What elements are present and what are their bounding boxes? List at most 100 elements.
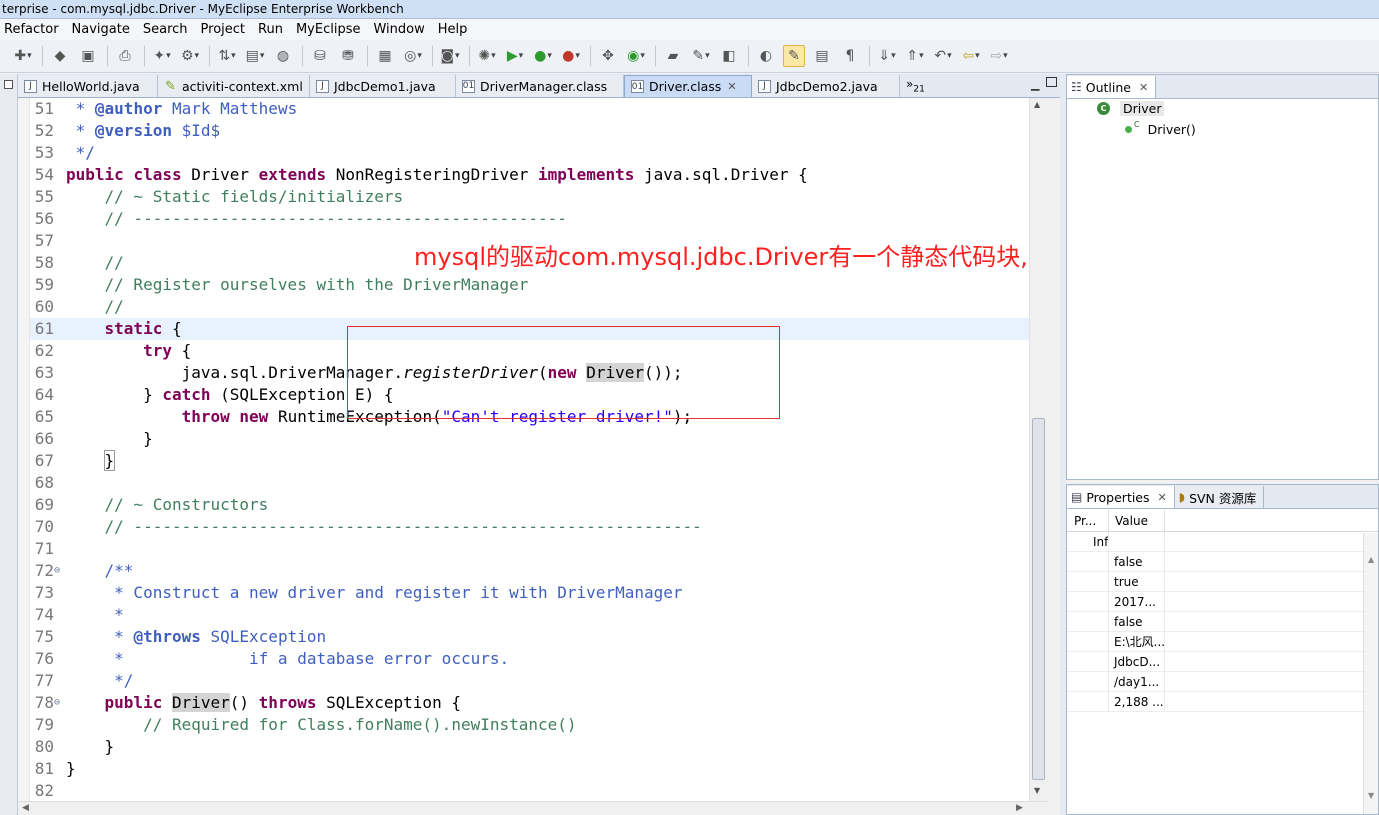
code-line[interactable]: 56 // ----------------------------------…	[30, 208, 1047, 230]
code-line[interactable]: 54 public class Driver extends NonRegiste…	[30, 164, 1047, 186]
column-value[interactable]: Value	[1109, 510, 1165, 531]
print-icon[interactable]: ⎙	[114, 45, 136, 67]
scroll-down-icon[interactable]: ▼	[1368, 791, 1374, 800]
scroll-down-icon[interactable]: ▼	[1034, 786, 1040, 795]
debug-icon[interactable]: ✺	[476, 45, 498, 67]
open-type-icon[interactable]: ◆	[49, 45, 71, 67]
browser-icon[interactable]: ◍	[272, 45, 294, 67]
new-wizard-icon[interactable]: ✚	[12, 45, 34, 67]
menu-refactor[interactable]: Refactor	[4, 22, 59, 37]
tab-jdbcdemo2-java[interactable]: J JdbcDemo2.java	[752, 75, 900, 97]
scroll-up-icon[interactable]: ▲	[1034, 100, 1040, 109]
fold-toggle-icon[interactable]: ⊖	[54, 692, 60, 714]
tab-drivermanager-class[interactable]: 01 DriverManager.class	[456, 75, 624, 97]
code-line[interactable]: 68	[30, 472, 1047, 494]
tab-properties[interactable]: ▤ Properties ✕	[1067, 486, 1175, 508]
properties-row[interactable]: false	[1067, 612, 1378, 632]
open-folder-icon[interactable]: ▰	[662, 45, 684, 67]
code-line[interactable]: 76 * if a database error occurs.	[30, 648, 1047, 670]
properties-row[interactable]: /day1...	[1067, 672, 1378, 692]
server-icon[interactable]: ▤	[244, 45, 266, 67]
scroll-left-icon[interactable]: ◀	[22, 803, 29, 813]
new-java-project-icon[interactable]: ✥	[597, 45, 619, 67]
code-line[interactable]: 80 }	[30, 736, 1047, 758]
menu-project[interactable]: Project	[201, 22, 245, 37]
pencil-icon[interactable]: ✎	[690, 45, 712, 67]
code-line[interactable]: 82	[30, 780, 1047, 801]
column-property[interactable]: Pr...	[1067, 510, 1109, 531]
properties-row[interactable]: 2017...	[1067, 592, 1378, 612]
code-line[interactable]: 51 * @author Mark Matthews	[30, 98, 1047, 120]
code-line[interactable]: 69 // ~ Constructors	[30, 494, 1047, 516]
coverage-icon[interactable]: ●	[532, 45, 554, 67]
toggle-block-selection-icon[interactable]: ▤	[811, 45, 833, 67]
back-icon[interactable]: ⇦	[960, 45, 982, 67]
code-editor[interactable]: 51 * @author Mark Matthews 52 * @version …	[18, 98, 1047, 801]
last-edit-location-icon[interactable]: ↶	[932, 45, 954, 67]
scroll-up-icon[interactable]: ▲	[1368, 555, 1374, 564]
code-line[interactable]: 66 }	[30, 428, 1047, 450]
forward-icon[interactable]: ⇨	[988, 45, 1010, 67]
minimize-editor-icon[interactable]: ▁	[1031, 78, 1039, 91]
code-line[interactable]: 71	[30, 538, 1047, 560]
close-view-icon[interactable]: ✕	[1158, 491, 1167, 504]
code-area[interactable]: 51 * @author Mark Matthews 52 * @version …	[30, 98, 1047, 801]
code-line[interactable]: 60 //	[30, 296, 1047, 318]
properties-scrollbar[interactable]: ▲ ▼	[1363, 533, 1378, 814]
profile-icon[interactable]: ◎	[402, 45, 424, 67]
editor-horizontal-scrollbar[interactable]: ◀ ▶	[18, 801, 1047, 815]
code-line[interactable]: 53 */	[30, 142, 1047, 164]
report-icon[interactable]: ▦	[374, 45, 396, 67]
properties-row[interactable]: Inf	[1067, 532, 1378, 552]
tab-activiti-context-xml[interactable]: ✎ activiti-context.xml	[158, 75, 310, 97]
code-line[interactable]: 70 // ----------------------------------…	[30, 516, 1047, 538]
next-annotation-icon[interactable]: ⇓	[876, 45, 898, 67]
code-line[interactable]: 74 *	[30, 604, 1047, 626]
restore-view-icon[interactable]	[4, 80, 13, 89]
properties-row[interactable]: true	[1067, 572, 1378, 592]
task-icon[interactable]: ◧	[718, 45, 740, 67]
new-servlet-icon[interactable]: ⚙	[179, 45, 201, 67]
external-tools-icon[interactable]: ●	[560, 45, 582, 67]
close-view-icon[interactable]: ✕	[1139, 81, 1148, 94]
new-web-project-icon[interactable]: ✦	[151, 45, 173, 67]
tab-jdbcdemo1-java[interactable]: J JdbcDemo1.java	[310, 75, 456, 97]
code-line[interactable]: 52 * @version $Id$	[30, 120, 1047, 142]
tab-outline[interactable]: ☷ Outline ✕	[1067, 76, 1157, 98]
tab-driver-class[interactable]: 01 Driver.class ✕	[624, 75, 752, 97]
tab-helloworld-java[interactable]: J HelloWorld.java	[18, 75, 158, 97]
code-line[interactable]: 72 ⊖ /**	[30, 560, 1047, 582]
build-icon[interactable]: ▣	[77, 45, 99, 67]
code-line[interactable]: 59 // Register ourselves with the Driver…	[30, 274, 1047, 296]
code-line[interactable]: 77 */	[30, 670, 1047, 692]
menu-help[interactable]: Help	[438, 22, 468, 37]
code-line[interactable]: 75 * @throws SQLException	[30, 626, 1047, 648]
code-line[interactable]: 81}	[30, 758, 1047, 780]
menu-navigate[interactable]: Navigate	[72, 22, 130, 37]
code-line[interactable]: 79 // Required for Class.forName().newIn…	[30, 714, 1047, 736]
code-line[interactable]: 55 // ~ Static fields/initializers	[30, 186, 1047, 208]
scroll-right-icon[interactable]: ▶	[1016, 803, 1023, 813]
properties-row[interactable]: JdbcD...	[1067, 652, 1378, 672]
new-class-icon[interactable]: ◉	[625, 45, 647, 67]
menu-window[interactable]: Window	[373, 22, 424, 37]
code-line[interactable]: 67 }	[30, 450, 1047, 472]
camera-icon[interactable]: ◙	[439, 45, 461, 67]
properties-row[interactable]: 2,188 ...	[1067, 692, 1378, 712]
show-whitespace-icon[interactable]: ¶	[839, 45, 861, 67]
editor-vertical-scrollbar[interactable]: ▲ ▼	[1029, 98, 1047, 801]
run-icon[interactable]: ▶	[504, 45, 526, 67]
toggle-ant-editor-icon[interactable]: ◐	[755, 45, 777, 67]
properties-row[interactable]: E:\北风...	[1067, 632, 1378, 652]
code-line[interactable]: 73 * Construct a new driver and register…	[30, 582, 1047, 604]
outline-class-node[interactable]: C Driver	[1097, 101, 1165, 116]
scroll-thumb[interactable]	[1032, 418, 1045, 780]
close-tab-icon[interactable]: ✕	[727, 80, 736, 93]
tab-svn-repository[interactable]: ◗ SVN 资源库	[1174, 486, 1265, 508]
tab-overflow-button[interactable]: »21	[900, 75, 931, 97]
deploy-icon[interactable]: ⇅	[216, 45, 238, 67]
menu-run[interactable]: Run	[258, 22, 283, 37]
code-line[interactable]: 78 ⊖ public Driver() throws SQLException …	[30, 692, 1047, 714]
db-icon[interactable]: ⛁	[309, 45, 331, 67]
maximize-editor-icon[interactable]	[1046, 77, 1057, 87]
